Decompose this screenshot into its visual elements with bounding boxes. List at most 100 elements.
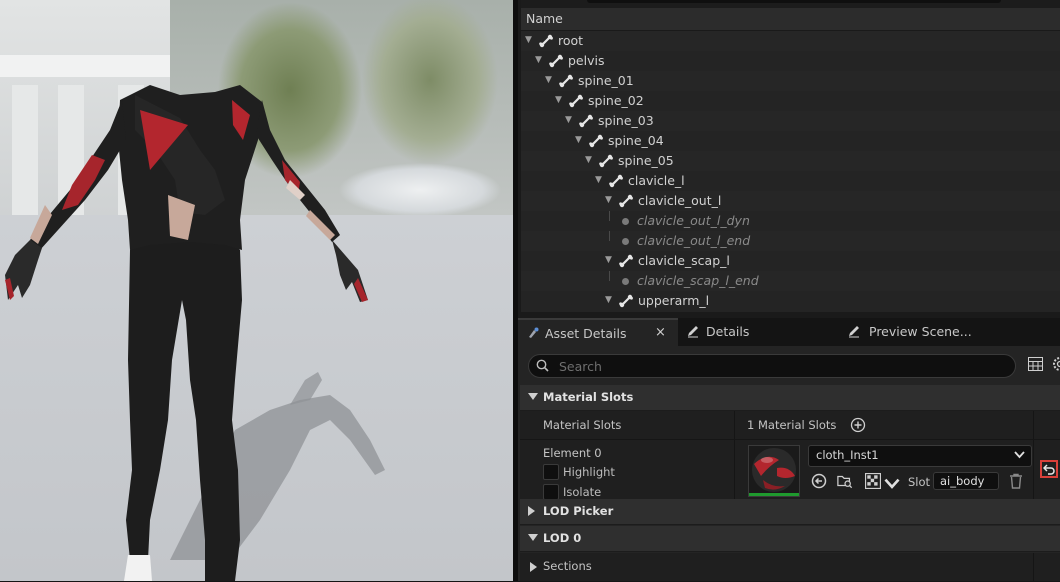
bone-icon (579, 114, 593, 128)
expand-arrow-icon[interactable]: ▼ (605, 255, 615, 265)
category-lod-picker[interactable]: LOD Picker (520, 499, 1060, 525)
expand-arrow-icon[interactable]: ▼ (535, 55, 545, 65)
tree-column-header[interactable]: Name (521, 8, 1060, 31)
bone-icon (539, 34, 553, 48)
tree-row[interactable]: ▼ spine_05 (521, 151, 1060, 171)
category-label: LOD Picker (543, 504, 613, 518)
column-header-name: Name (526, 11, 563, 26)
bone-icon (619, 194, 633, 208)
character-model (0, 0, 513, 581)
category-label: Material Slots (543, 390, 633, 404)
tree-row[interactable]: ▼ upperarm_l (521, 291, 1060, 311)
bone-name: spine_03 (598, 113, 654, 128)
bone-name: clavicle_scap_l (638, 253, 730, 268)
virtual-bone-name: clavicle_out_l_end (637, 233, 750, 248)
virtual-bone-name: clavicle_scap_l_end (637, 273, 759, 288)
expand-arrow-icon[interactable]: ▼ (555, 95, 565, 105)
use-selected-asset-icon[interactable] (811, 473, 827, 489)
material-dropdown[interactable]: cloth_Inst1 (808, 445, 1032, 467)
tree-row[interactable]: ▼pelvis (521, 51, 1060, 71)
bone-name: clavicle_out_l (638, 193, 721, 208)
bone-name: clavicle_l (628, 173, 685, 188)
trash-icon[interactable] (1008, 473, 1024, 489)
checker-thumbnail-icon[interactable] (865, 473, 881, 489)
reset-arrow-icon (1043, 463, 1055, 475)
table-view-icon[interactable] (1028, 357, 1043, 371)
element-label: Element 0 (543, 446, 602, 460)
expand-arrow-icon[interactable]: ▼ (565, 115, 575, 125)
tree-row[interactable]: ▼ spine_03 (521, 111, 1060, 131)
asset-details-panel: Material Slots Material Slots 1 Material… (518, 346, 1060, 581)
material-preview-sphere (749, 446, 799, 496)
tree-row[interactable]: ▼ clavicle_out_l (521, 191, 1060, 211)
bone-name: spine_04 (608, 133, 664, 148)
close-icon[interactable]: × (655, 325, 666, 340)
tab-asset-details[interactable]: Asset Details × (518, 318, 678, 348)
expand-arrow-icon[interactable]: ▼ (545, 75, 555, 85)
tree-row[interactable]: ▼ clavicle_scap_l (521, 251, 1060, 271)
bone-name: upperarm_l (638, 293, 709, 308)
sections-row[interactable]: Sections (520, 553, 1060, 582)
tree-row[interactable]: clavicle_out_l_end (521, 231, 1060, 251)
reset-to-default-button[interactable] (1040, 460, 1058, 478)
asset-details-icon (526, 326, 540, 340)
bone-icon (619, 294, 633, 308)
bone-icon (569, 94, 583, 108)
bone-name: root (558, 33, 583, 48)
expand-arrow-icon[interactable]: ▼ (605, 195, 615, 205)
tree-row[interactable]: ▼spine_02 (521, 91, 1060, 111)
collapsed-arrow-icon (530, 562, 538, 572)
expand-arrow-icon[interactable]: ▼ (595, 175, 605, 185)
highlight-checkbox[interactable] (543, 464, 559, 480)
category-lod-0[interactable]: LOD 0 (520, 526, 1060, 552)
tab-asset-details-label: Asset Details (545, 326, 626, 341)
tree-row[interactable]: clavicle_scap_l_end (521, 271, 1060, 291)
bone-name: spine_05 (618, 153, 674, 168)
chevron-down-icon (1014, 451, 1025, 459)
category-label: LOD 0 (543, 531, 581, 545)
bone-icon (549, 54, 563, 68)
isolate-checkbox[interactable] (543, 484, 559, 500)
material-slots-row: Material Slots 1 Material Slots (520, 411, 1060, 440)
bone-icon (619, 254, 633, 268)
material-thumbnail[interactable] (748, 445, 800, 497)
pencil-icon (847, 324, 861, 338)
slot-label: Slot (908, 475, 930, 489)
isolate-label: Isolate (563, 485, 601, 499)
material-slots-count: 1 Material Slots (747, 418, 836, 432)
expand-arrow-icon[interactable]: ▼ (575, 135, 585, 145)
chevron-down-icon[interactable] (884, 476, 900, 492)
material-thumbnail-bar (749, 493, 799, 496)
browse-folder-icon[interactable] (837, 473, 853, 489)
category-material-slots[interactable]: Material Slots (520, 385, 1060, 411)
tree-row[interactable]: ▼spine_01 (521, 71, 1060, 91)
tab-preview-scene-label: Preview Scene... (869, 324, 972, 339)
tree-row[interactable]: ▼ root (521, 31, 1060, 51)
tree-row[interactable]: ▼ clavicle_l (521, 171, 1060, 191)
details-search[interactable] (528, 354, 1016, 378)
search-icon (536, 359, 549, 372)
slot-name-input[interactable] (933, 472, 999, 490)
search-input[interactable] (557, 356, 1001, 376)
collapsed-arrow-icon (528, 506, 536, 516)
tab-details[interactable]: Details (680, 318, 838, 346)
bone-icon (599, 154, 613, 168)
tree-row[interactable]: clavicle_out_l_dyn (521, 211, 1060, 231)
virtual-bone-icon (622, 218, 629, 225)
viewport[interactable] (0, 0, 513, 581)
details-tab-bar: Asset Details × Details Preview Scene... (518, 318, 1060, 346)
bone-icon (609, 174, 623, 188)
skeleton-tree[interactable]: Name ▼root▼pelvis▼spine_01▼spine_02▼spin… (521, 0, 1060, 312)
gear-icon[interactable] (1050, 356, 1060, 372)
expand-arrow-icon (528, 393, 538, 401)
material-name: cloth_Inst1 (816, 448, 879, 462)
expand-arrow-icon[interactable]: ▼ (525, 35, 535, 45)
expand-arrow-icon[interactable]: ▼ (605, 295, 615, 305)
expand-arrow-icon[interactable]: ▼ (585, 155, 595, 165)
tree-row[interactable]: ▼ spine_04 (521, 131, 1060, 151)
pencil-icon (686, 324, 700, 338)
add-material-slot-icon[interactable] (850, 417, 866, 433)
material-slots-label: Material Slots (543, 418, 621, 432)
material-element-row: Element 0 Highlight Isolate cloth_Inst1 (520, 440, 1060, 500)
tab-preview-scene[interactable]: Preview Scene... (840, 318, 1060, 346)
